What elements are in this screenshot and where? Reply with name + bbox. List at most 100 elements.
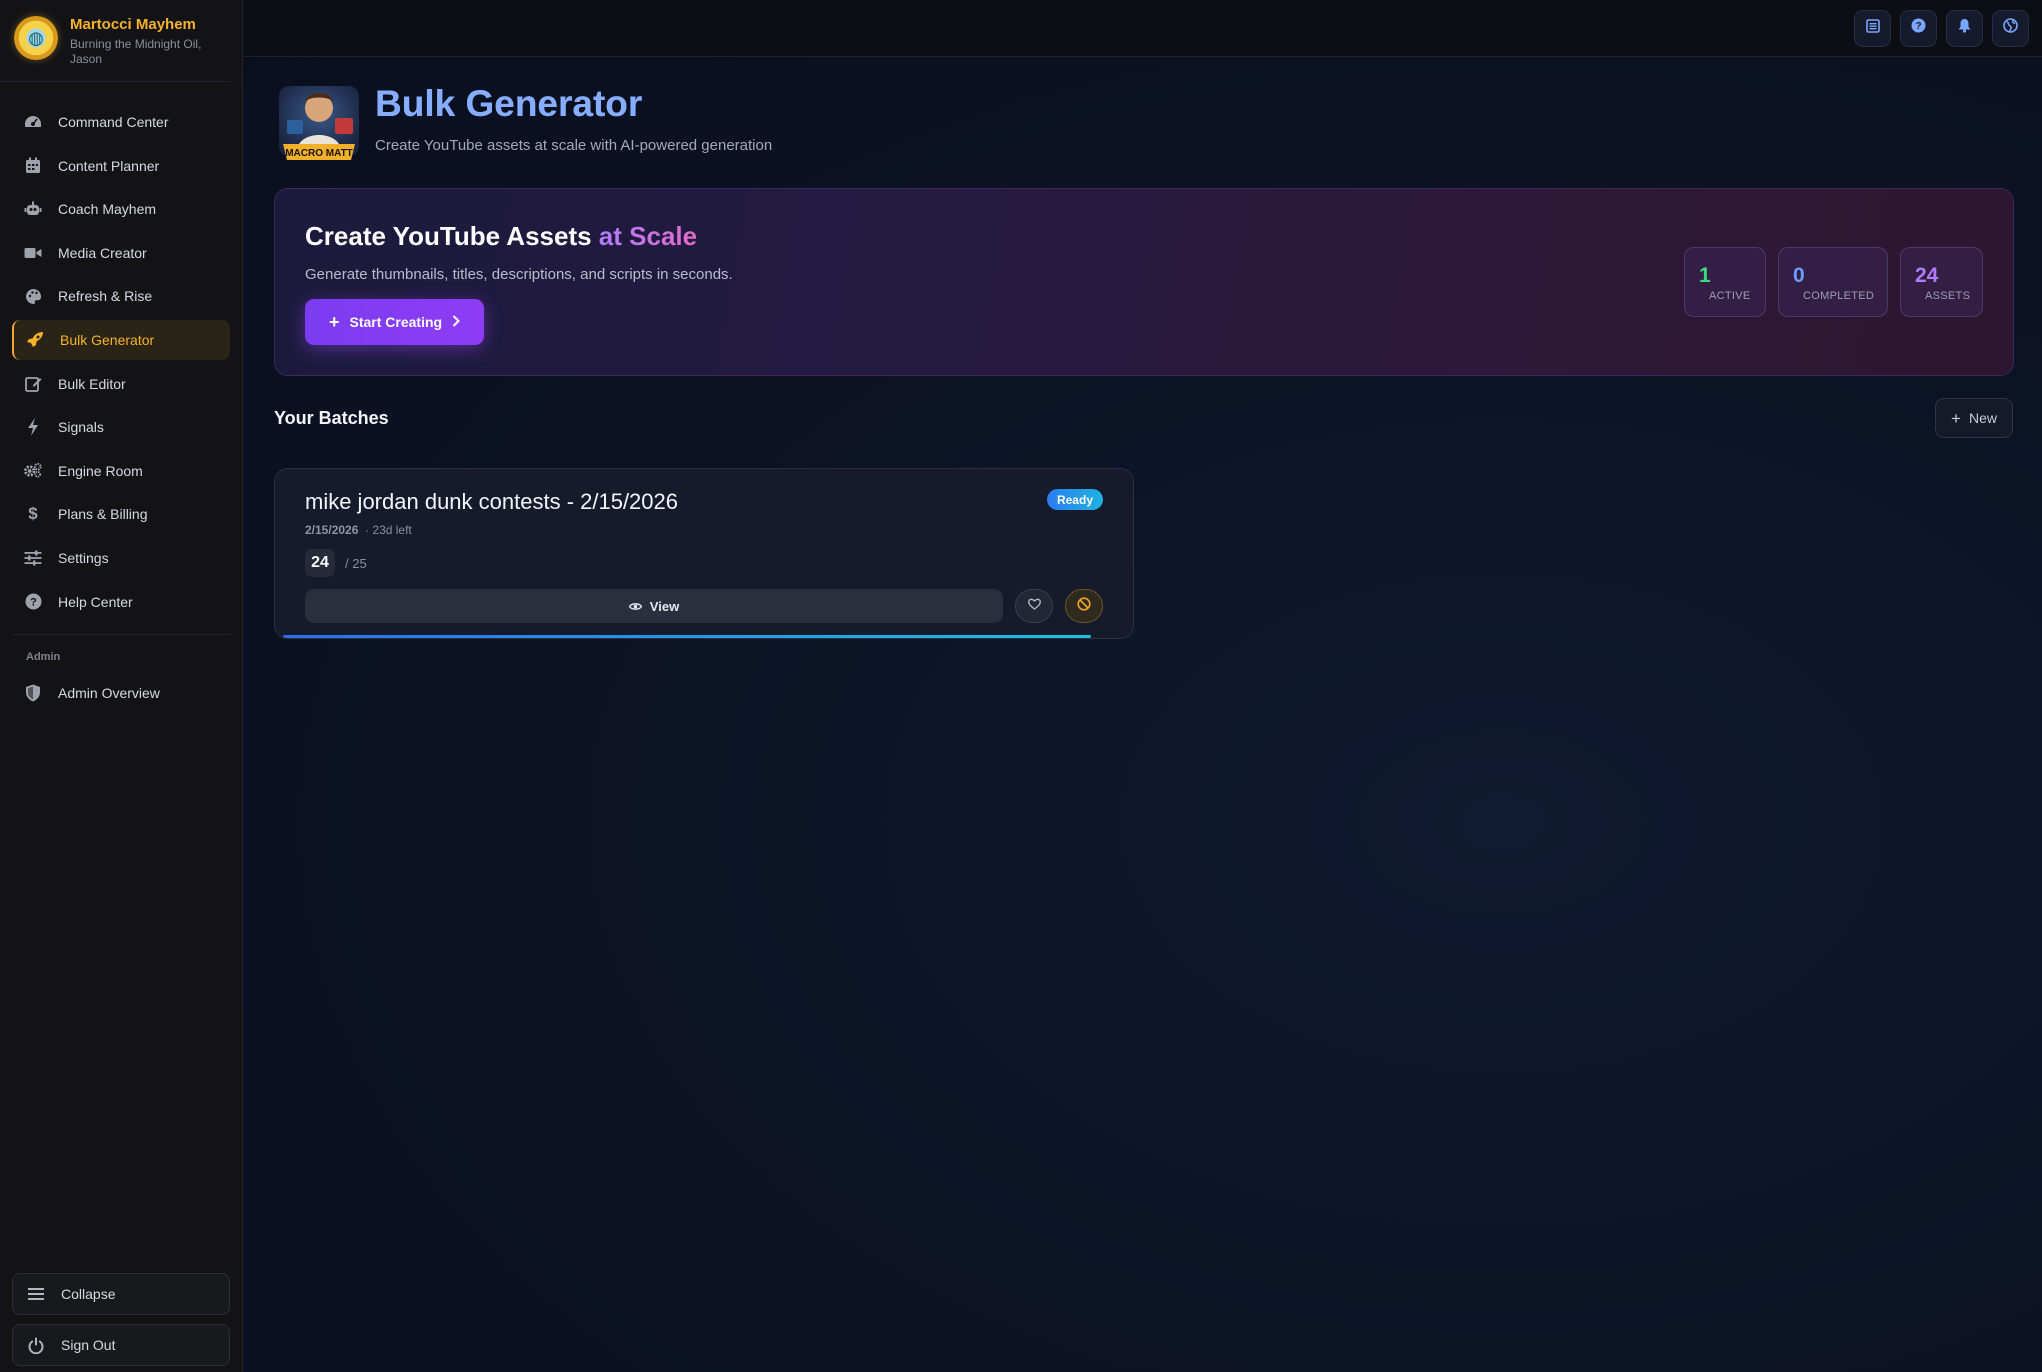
hero-stats: 1 ACTIVE 0 COMPLETED 24 ASSETS: [1684, 247, 1983, 317]
batch-meta: 2/15/2026 · 23d left: [305, 523, 1103, 537]
heart-icon: [1027, 597, 1041, 615]
batch-card[interactable]: mike jordan dunk contests - 2/15/2026 2/…: [274, 468, 1134, 639]
plus-icon: +: [329, 312, 340, 332]
list-icon: [1865, 18, 1880, 38]
shield-icon: [24, 684, 42, 702]
collapse-button[interactable]: Collapse: [12, 1273, 230, 1315]
power-icon: [27, 1337, 45, 1354]
sidebar-item-label: Engine Room: [58, 462, 143, 479]
sidebar-item-label: Bulk Generator: [60, 331, 155, 348]
chevron-right-icon: [452, 314, 461, 330]
sidebar-item-label: Bulk Editor: [58, 375, 126, 392]
palette-icon: [24, 287, 42, 305]
view-button[interactable]: View: [305, 589, 1003, 623]
sidebar-item-label: Command Center: [58, 114, 169, 130]
batch-remaining: · 23d left: [365, 523, 412, 537]
sidebar-item-coach-mayhem[interactable]: Coach Mayhem: [12, 189, 230, 229]
gauge-icon: [24, 113, 42, 131]
sidebar: ◍ Martocci Mayhem Burning the Midnight O…: [0, 0, 243, 1372]
sidebar-item-label: Settings: [58, 549, 109, 566]
page-header: MACRO MATT Bulk Generator Create YouTube…: [275, 80, 772, 166]
sidebar-item-label: Media Creator: [58, 244, 147, 261]
stat-completed: 0 COMPLETED: [1778, 247, 1888, 317]
help-button[interactable]: ?: [1900, 9, 1937, 47]
stat-active: 1 ACTIVE: [1684, 247, 1766, 317]
hero-card: Create YouTube Assets at Scale Generate …: [274, 188, 2014, 376]
new-batch-label: New: [1968, 410, 1997, 426]
status-badge: Ready: [1046, 489, 1103, 510]
sidebar-item-label: Coach Mayhem: [58, 201, 157, 218]
sidebar-item-admin-overview[interactable]: Admin Overview: [12, 673, 230, 713]
batch-count-value: 24: [305, 549, 335, 577]
page-title: Bulk Generator: [375, 83, 772, 125]
sign-out-label: Sign Out: [61, 1337, 116, 1353]
help-icon: ?: [1911, 18, 1926, 38]
batch-title: mike jordan dunk contests - 2/15/2026: [305, 489, 679, 514]
view-label: View: [649, 598, 680, 614]
edit-icon: [24, 375, 42, 393]
sign-out-button[interactable]: Sign Out: [12, 1324, 230, 1366]
video-icon: [24, 244, 42, 262]
bell-icon: [1958, 18, 1971, 38]
batch-count-total: / 25: [345, 555, 367, 571]
sidebar-item-label: Signals: [58, 419, 104, 436]
new-batch-button[interactable]: + New: [1935, 398, 2013, 438]
batch-progress-bar: [283, 635, 1091, 638]
gears-icon: [24, 462, 42, 480]
mascot-logo: MACRO MATT: [275, 80, 363, 166]
bolt-icon: [24, 418, 42, 437]
sidebar-item-label: Plans & Billing: [58, 506, 148, 523]
sidebar-nav: Command Center Content Planner Coach May…: [0, 82, 242, 716]
calendar-icon: [24, 157, 42, 175]
brand-name: Martocci Mayhem: [70, 16, 196, 33]
page-subtitle: Create YouTube assets at scale with AI-p…: [375, 137, 773, 154]
svg-text:?: ?: [1915, 21, 1921, 32]
sidebar-item-help-center[interactable]: ? Help Center: [12, 582, 230, 622]
sliders-icon: [24, 549, 42, 567]
question-icon: ?: [24, 593, 42, 611]
main-content: ? MACRO MATT Bulk Generator Create YouTu…: [243, 0, 2042, 1372]
svg-text:?: ?: [30, 597, 37, 609]
stat-assets: 24 ASSETS: [1900, 247, 1983, 317]
hero-title-main: Create YouTube Assets: [305, 221, 599, 251]
brand-logo-icon[interactable]: ◍: [14, 16, 58, 60]
sidebar-item-media-creator[interactable]: Media Creator: [12, 233, 230, 273]
sidebar-item-bulk-editor[interactable]: Bulk Editor: [12, 364, 230, 404]
dollar-icon: $: [28, 504, 38, 524]
sidebar-item-label: Content Planner: [58, 157, 160, 174]
admin-section-label: Admin: [12, 633, 230, 673]
favorite-button[interactable]: [1015, 589, 1053, 623]
collapse-label: Collapse: [61, 1286, 116, 1302]
plus-icon: +: [1951, 408, 1961, 428]
sidebar-item-engine-room[interactable]: Engine Room: [12, 451, 230, 491]
language-button[interactable]: [1992, 9, 2029, 47]
top-bar: ?: [243, 0, 2042, 57]
sidebar-item-signals[interactable]: Signals: [12, 407, 230, 447]
sidebar-item-label: Help Center: [58, 593, 133, 610]
sidebar-item-bulk-generator[interactable]: Bulk Generator: [12, 319, 230, 360]
stat-value: 0: [1793, 264, 1805, 287]
sidebar-item-refresh-rise[interactable]: Refresh & Rise: [12, 276, 230, 316]
sidebar-item-plans-billing[interactable]: $ Plans & Billing: [12, 494, 230, 534]
stat-label: ASSETS: [1925, 290, 1971, 302]
start-creating-button[interactable]: + Start Creating: [305, 299, 485, 345]
stat-value: 24: [1915, 264, 1939, 287]
sidebar-item-settings[interactable]: Settings: [12, 538, 230, 578]
start-creating-label: Start Creating: [349, 314, 443, 330]
brand-header: ◍ Martocci Mayhem Burning the Midnight O…: [0, 0, 230, 82]
notifications-button[interactable]: [1946, 9, 1983, 47]
ban-icon: [1077, 596, 1091, 616]
sidebar-item-command-center[interactable]: Command Center: [12, 102, 230, 142]
sidebar-item-content-planner[interactable]: Content Planner: [12, 146, 230, 186]
cancel-batch-button[interactable]: [1065, 589, 1103, 623]
brand-subtitle: Burning the Midnight Oil, Jason: [70, 37, 202, 66]
list-button[interactable]: [1854, 9, 1891, 47]
batch-count: 24 / 25: [305, 549, 1103, 577]
rocket-icon: [26, 331, 44, 349]
stat-label: COMPLETED: [1803, 290, 1875, 302]
robot-icon: [24, 200, 42, 218]
globe-icon: [2003, 18, 2018, 38]
eye-icon: [628, 599, 643, 614]
hero-title-accent: at Scale: [598, 221, 698, 251]
sidebar-item-label: Refresh & Rise: [58, 288, 153, 305]
